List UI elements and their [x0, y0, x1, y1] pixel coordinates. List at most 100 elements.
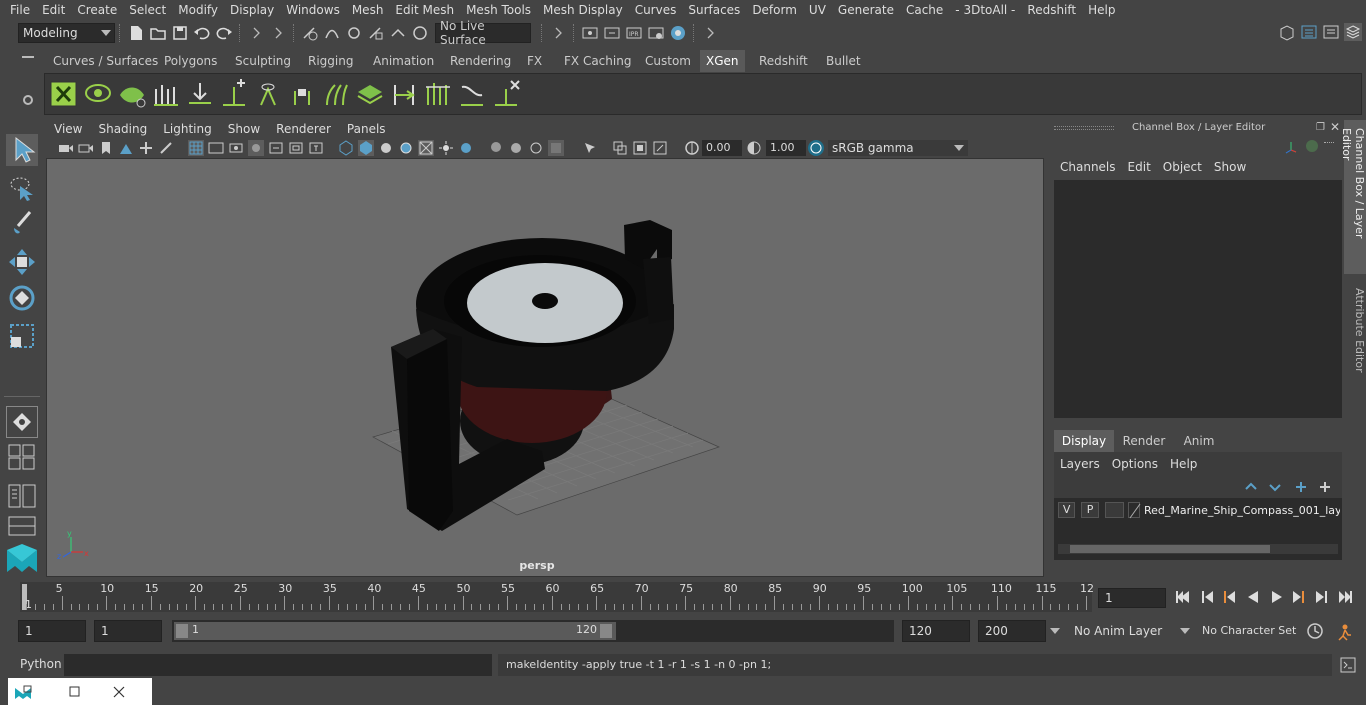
shelf-tab-polygons[interactable]: Polygons: [158, 50, 223, 72]
color-space-select[interactable]: sRGB gamma: [828, 140, 968, 156]
menu-redshift[interactable]: Redshift: [1021, 0, 1082, 20]
redo-icon[interactable]: [215, 24, 233, 42]
ambient-occlusion-icon[interactable]: [488, 140, 504, 156]
exposure-field[interactable]: 0.00: [702, 140, 742, 156]
layer-visibility-toggle[interactable]: V: [1058, 502, 1076, 518]
playback-end-field[interactable]: 120: [902, 620, 970, 642]
shelf-tab-sculpting[interactable]: Sculpting: [229, 50, 297, 72]
collapse-arrow-icon[interactable]: [269, 24, 287, 42]
side-tab-channel-box[interactable]: Channel Box / Layer Editor: [1340, 120, 1366, 274]
render-view-icon[interactable]: [647, 24, 665, 42]
wireframe-icon[interactable]: [338, 140, 354, 156]
hypershade-icon[interactable]: [669, 24, 687, 42]
range-end-grip[interactable]: [600, 624, 612, 638]
tab-render[interactable]: Render: [1114, 430, 1174, 452]
panel-menu-panels[interactable]: Panels: [339, 122, 394, 136]
gamma-icon[interactable]: [746, 140, 762, 156]
layer-playback-toggle[interactable]: P: [1081, 502, 1099, 518]
tab-anim[interactable]: Anim: [1174, 430, 1224, 452]
render-settings-icon[interactable]: [581, 24, 599, 42]
layer-row[interactable]: V P Red_Marine_Ship_Compass_001_laye: [1058, 500, 1340, 520]
step-forward-frame-icon[interactable]: [1313, 588, 1331, 606]
save-scene-icon[interactable]: [171, 24, 189, 42]
menu-edit[interactable]: Edit: [36, 0, 71, 20]
smooth-shade-icon[interactable]: [358, 140, 374, 156]
color-management-icon[interactable]: [808, 140, 824, 156]
xgen-groom-icon[interactable]: [423, 79, 453, 109]
xgen-delete-guide-icon[interactable]: [491, 79, 521, 109]
undo-icon[interactable]: [193, 24, 211, 42]
xgen-lock-guides-icon[interactable]: [287, 79, 317, 109]
shadows-icon[interactable]: [458, 140, 474, 156]
gamma-field[interactable]: 1.00: [766, 140, 806, 156]
menu-modify[interactable]: Modify: [172, 0, 224, 20]
channel-menu-edit[interactable]: Edit: [1122, 160, 1157, 174]
render-frame-icon[interactable]: [603, 24, 621, 42]
xgen-modifier-icon[interactable]: [457, 79, 487, 109]
new-scene-icon[interactable]: [127, 24, 145, 42]
drag-handle[interactable]: [1054, 126, 1114, 130]
image-plane-icon[interactable]: [118, 140, 134, 156]
panel-menu-lighting[interactable]: Lighting: [155, 122, 220, 136]
scrollbar-thumb[interactable]: [1070, 545, 1270, 553]
menu-dots-icon[interactable]: [1324, 142, 1334, 143]
menu-file[interactable]: File: [4, 0, 36, 20]
channel-menu-channels[interactable]: Channels: [1054, 160, 1122, 174]
grid-toggle-icon[interactable]: [188, 140, 204, 156]
last-tool-icon[interactable]: [6, 406, 38, 438]
move-tool-icon[interactable]: [6, 246, 38, 278]
collapse-arrow-icon[interactable]: [549, 24, 567, 42]
horizontal-scrollbar[interactable]: [1058, 544, 1338, 554]
xray-active-icon[interactable]: [632, 140, 648, 156]
animation-prefs-icon[interactable]: [1334, 622, 1354, 642]
menu-display[interactable]: Display: [224, 0, 280, 20]
exposure-icon[interactable]: [684, 140, 700, 156]
play-forwards-icon[interactable]: [1268, 588, 1286, 606]
xgen-add-guide-icon[interactable]: [219, 79, 249, 109]
camera-attributes-icon[interactable]: [78, 140, 94, 156]
layout-outliner-persp-icon[interactable]: [8, 484, 36, 508]
float-panel-icon[interactable]: ❐: [1316, 122, 1325, 133]
menu-curves[interactable]: Curves: [629, 0, 683, 20]
current-frame-field[interactable]: 1: [1098, 588, 1166, 608]
axis-display-icon[interactable]: [1284, 140, 1298, 154]
snap-point-icon[interactable]: [345, 24, 363, 42]
shelf-tab-animation[interactable]: Animation: [367, 50, 440, 72]
isolate-select-icon[interactable]: [582, 140, 598, 156]
xgen-guides-to-curves-icon[interactable]: [321, 79, 351, 109]
layer-menu-help[interactable]: Help: [1164, 457, 1203, 471]
film-gate-icon[interactable]: [208, 140, 224, 156]
panel-menu-show[interactable]: Show: [220, 122, 268, 136]
time-slider[interactable]: 1 5 10 15 20 25 30 35 40 45 50 55 60 65 70 75 80 85 90 95 1…: [0, 580, 1366, 614]
layer-menu-options[interactable]: Options: [1106, 457, 1164, 471]
safe-action-icon[interactable]: [288, 140, 304, 156]
range-start-grip[interactable]: [176, 624, 188, 638]
select-tool-icon[interactable]: [6, 134, 38, 166]
motion-blur-icon[interactable]: [508, 140, 524, 156]
xgen-editor-icon[interactable]: [49, 79, 79, 109]
wireframe-on-shaded-icon[interactable]: [398, 140, 414, 156]
open-scene-icon[interactable]: [149, 24, 167, 42]
chevron-down-icon[interactable]: [1180, 628, 1190, 634]
rotate-tool-icon[interactable]: [6, 282, 38, 314]
frame-all-icon[interactable]: [652, 140, 668, 156]
shelf-tab-fx[interactable]: FX: [521, 50, 548, 72]
layout-graph-icon[interactable]: [8, 516, 36, 536]
menu-generate[interactable]: Generate: [832, 0, 900, 20]
shelf-tab-xgen[interactable]: XGen: [700, 50, 745, 72]
move-layer-up-icon[interactable]: [1244, 481, 1258, 493]
scale-tool-icon[interactable]: [6, 320, 38, 352]
shelf-menu-icon[interactable]: [22, 56, 34, 58]
play-backwards-icon[interactable]: [1244, 588, 1262, 606]
menu-deform[interactable]: Deform: [746, 0, 803, 20]
depth-of-field-icon[interactable]: [548, 140, 564, 156]
menu-edit-mesh[interactable]: Edit Mesh: [389, 0, 460, 20]
menu-surfaces[interactable]: Surfaces: [682, 0, 746, 20]
toggle-icon[interactable]: [1306, 140, 1318, 152]
grease-pencil-icon[interactable]: [158, 140, 174, 156]
snap-curve-icon[interactable]: [323, 24, 341, 42]
menu-cache[interactable]: Cache: [900, 0, 949, 20]
shelf-tab-redshift[interactable]: Redshift: [753, 50, 814, 72]
snap-grid-icon[interactable]: [301, 24, 319, 42]
shelf-tab-bullet[interactable]: Bullet: [820, 50, 867, 72]
